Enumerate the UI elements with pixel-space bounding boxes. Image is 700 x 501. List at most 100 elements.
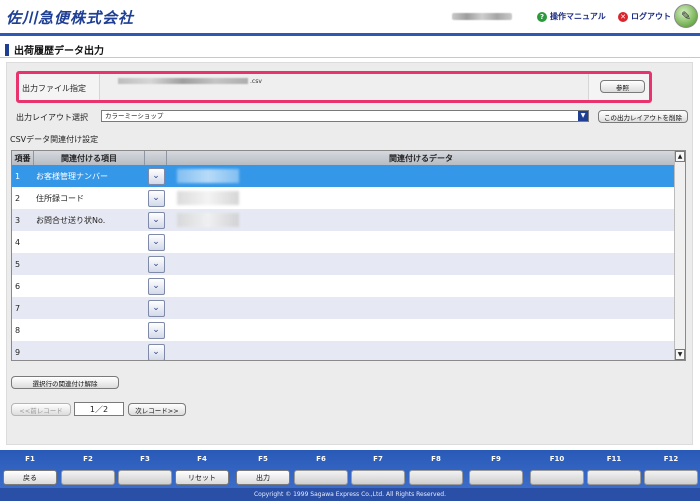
row-dropdown[interactable]: ⌄ (145, 319, 167, 341)
fkey-label: F11 (606, 455, 622, 463)
fkey-button[interactable] (351, 470, 405, 485)
chevron-down-icon[interactable]: ⌄ (147, 343, 165, 360)
fkey-button[interactable] (469, 470, 523, 485)
row-data (167, 297, 676, 319)
row-data (167, 275, 676, 297)
file-path-redacted (118, 78, 248, 84)
layout-select-value: カラーミーショップ (105, 112, 164, 120)
tools-icon[interactable]: ✎ (674, 4, 698, 28)
row-data (167, 319, 676, 341)
fkey-button[interactable] (294, 470, 348, 485)
fkey-label: F3 (140, 455, 150, 463)
row-dropdown[interactable]: ⌄ (145, 297, 167, 319)
fkey-f11: F11 (586, 453, 642, 487)
row-item (34, 319, 145, 341)
fkey-button[interactable] (587, 470, 641, 485)
row-item (34, 297, 145, 319)
table-row[interactable]: 4 ⌄ (12, 231, 676, 253)
top-header: 佐川急便株式会社 ? 操作マニュアル ✕ ログアウト ✎ (0, 0, 700, 34)
row-dropdown[interactable]: ⌄ (145, 187, 167, 209)
prev-record-button[interactable]: <<前レコード (11, 403, 71, 416)
function-key-bar: F1 戻る F2 F3 F4 リセット F5 出力 F6 F7 F8 F9 F1… (0, 450, 700, 488)
table-row[interactable]: 6 ⌄ (12, 275, 676, 297)
table-row[interactable]: 3 お問合せ送り状No. ⌄ (12, 209, 676, 231)
chevron-down-icon[interactable]: ⌄ (147, 211, 165, 229)
fkey-label: F12 (663, 455, 679, 463)
fkey-button[interactable] (409, 470, 463, 485)
fkey-label: F1 (25, 455, 35, 463)
fkey-label: F10 (549, 455, 565, 463)
table-row[interactable]: 5 ⌄ (12, 253, 676, 275)
browse-button[interactable]: 参照 (600, 80, 645, 93)
row-item (34, 231, 145, 253)
fkey-f7: F7 (350, 453, 406, 487)
fkey-f3: F3 (117, 453, 173, 487)
fkey-button[interactable] (530, 470, 584, 485)
fkey-f5: F5 出力 (235, 453, 291, 487)
csv-mapping-label: CSVデータ関連付け設定 (10, 135, 99, 144)
table-row[interactable]: 8 ⌄ (12, 319, 676, 341)
row-dropdown[interactable]: ⌄ (145, 253, 167, 275)
fkey-label: F9 (491, 455, 501, 463)
fkey-button[interactable] (118, 470, 172, 485)
column-header-item: 関連付ける項目 (34, 151, 145, 165)
csv-mapping-grid: 項番 関連付ける項目 関連付けるデータ 1 お客様管理ナンバー ⌄ 2 住所録コ… (11, 150, 686, 361)
layout-select[interactable]: カラーミーショップ ▼ (101, 110, 589, 122)
title-divider (0, 57, 700, 58)
chevron-down-icon[interactable]: ⌄ (147, 255, 165, 273)
data-redacted (177, 213, 239, 227)
scroll-down-icon[interactable]: ▼ (675, 349, 685, 360)
table-row[interactable]: 2 住所録コード ⌄ (12, 187, 676, 209)
row-dropdown[interactable]: ⌄ (145, 275, 167, 297)
data-redacted (177, 169, 239, 183)
row-item (34, 253, 145, 275)
chevron-down-icon[interactable]: ⌄ (147, 167, 165, 185)
back-button[interactable]: 戻る (3, 470, 57, 485)
fkey-label: F7 (373, 455, 383, 463)
chevron-down-icon[interactable]: ⌄ (147, 321, 165, 339)
fkey-button[interactable] (644, 470, 698, 485)
fkey-f9: F9 (468, 453, 524, 487)
table-row[interactable]: 1 お客様管理ナンバー ⌄ (12, 165, 676, 187)
row-number: 2 (15, 193, 21, 203)
row-data (167, 187, 676, 209)
row-number: 7 (15, 303, 21, 313)
row-dropdown[interactable]: ⌄ (145, 231, 167, 253)
chevron-down-icon[interactable]: ⌄ (147, 189, 165, 207)
reset-button[interactable]: リセット (175, 470, 229, 485)
row-dropdown[interactable]: ⌄ (145, 165, 167, 187)
clear-selection-button[interactable]: 選択行の関連付け解除 (11, 376, 119, 389)
grid-scrollbar[interactable]: ▲ ▼ (674, 151, 685, 360)
table-row[interactable]: 7 ⌄ (12, 297, 676, 319)
next-record-button[interactable]: 次レコード>> (128, 403, 186, 416)
row-number: 9 (15, 347, 21, 357)
row-item: お客様管理ナンバー (36, 171, 108, 181)
page-indicator: 1／2 (74, 402, 124, 416)
fkey-label: F5 (258, 455, 268, 463)
output-button[interactable]: 出力 (236, 470, 290, 485)
layout-select-label: 出力レイアウト選択 (16, 113, 88, 122)
scroll-up-icon[interactable]: ▲ (675, 151, 685, 162)
row-data (167, 165, 676, 187)
file-select-label: 出力ファイル指定 (22, 84, 86, 93)
fkey-f12: F12 (643, 453, 699, 487)
manual-link[interactable]: ? 操作マニュアル (537, 11, 606, 22)
grid-body: 1 お客様管理ナンバー ⌄ 2 住所録コード ⌄ 3 お問合せ送り状No. ⌄ … (12, 165, 676, 360)
fkey-button[interactable] (61, 470, 115, 485)
row-dropdown[interactable]: ⌄ (145, 341, 167, 360)
chevron-down-icon[interactable]: ⌄ (147, 233, 165, 251)
row-number: 5 (15, 259, 21, 269)
chevron-down-icon[interactable]: ▼ (578, 111, 588, 121)
row-data (167, 231, 676, 253)
delete-layout-button[interactable]: この出力レイアウトを削除 (598, 110, 688, 123)
help-icon: ? (537, 11, 547, 22)
row-dropdown[interactable]: ⌄ (145, 209, 167, 231)
header-divider (0, 33, 700, 36)
logout-link[interactable]: ✕ ログアウト (618, 11, 671, 22)
chevron-down-icon[interactable]: ⌄ (147, 299, 165, 317)
table-row[interactable]: 9 ⌄ (12, 341, 676, 360)
file-extension: .csv (250, 78, 262, 85)
row-item: お問合せ送り状No. (36, 215, 106, 225)
fkey-label: F8 (431, 455, 441, 463)
chevron-down-icon[interactable]: ⌄ (147, 277, 165, 295)
